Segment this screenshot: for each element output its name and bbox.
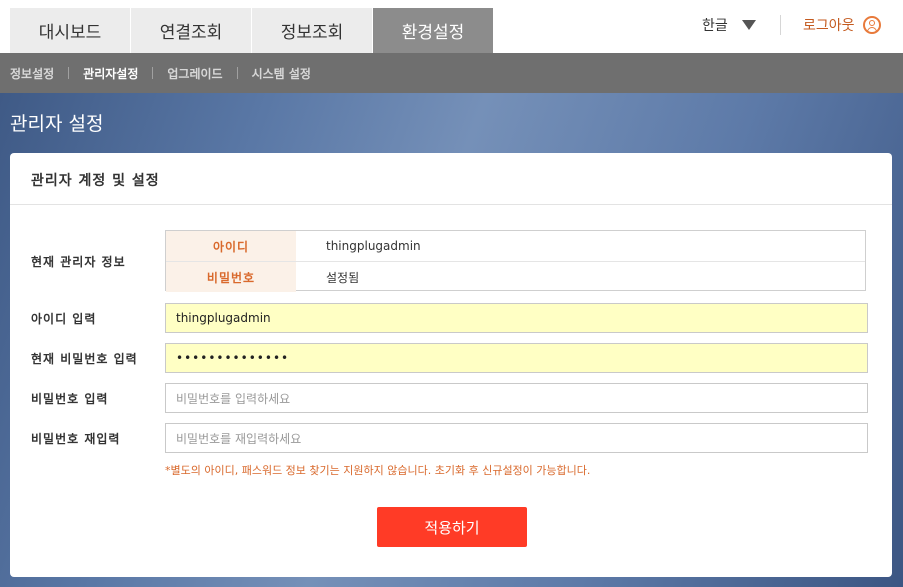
- info-key-password: 비밀번호: [166, 262, 296, 292]
- info-value-password: 설정됨: [326, 270, 360, 285]
- admin-settings-card: 관리자 계정 및 설정 현재 관리자 정보 아이디 thingplugadmin…: [10, 153, 892, 577]
- tab-info-query[interactable]: 정보조회: [252, 8, 372, 53]
- tab-dashboard[interactable]: 대시보드: [10, 8, 130, 53]
- subnav-item-upgrade[interactable]: 업그레이드: [167, 65, 222, 82]
- top-bar: 대시보드 연결조회 정보조회 환경설정 한글 로그아웃: [0, 0, 903, 53]
- info-value-id: thingplugadmin: [326, 239, 421, 253]
- current-password-label: 현재 비밀번호 입력: [31, 352, 138, 366]
- main-tabs: 대시보드 연결조회 정보조회 환경설정: [10, 8, 494, 53]
- user-circle-icon: [862, 16, 881, 34]
- confirm-password-input[interactable]: 비밀번호를 재입력하세요: [165, 423, 868, 453]
- card-divider: [10, 204, 892, 205]
- sub-navigation: 정보설정 관리자설정 업그레이드 시스템 설정: [0, 53, 903, 93]
- card-title: 관리자 계정 및 설정: [31, 173, 160, 189]
- language-selector[interactable]: 한글: [702, 14, 756, 36]
- tab-connection-query[interactable]: 연결조회: [131, 8, 251, 53]
- header-divider: [780, 15, 781, 35]
- logout-button[interactable]: 로그아웃: [803, 13, 881, 37]
- new-password-input[interactable]: 비밀번호를 입력하세요: [165, 383, 868, 413]
- current-admin-info-table: 아이디 thingplugadmin 비밀번호 설정됨: [165, 230, 866, 292]
- subnav-item-info-settings[interactable]: 정보설정: [10, 65, 54, 82]
- subnav-item-admin-settings[interactable]: 관리자설정: [83, 65, 138, 82]
- id-input-label: 아이디 입력: [31, 312, 97, 326]
- tab-settings[interactable]: 환경설정: [373, 8, 493, 53]
- triangle-down-icon: [741, 20, 756, 30]
- new-password-label: 비밀번호 입력: [31, 392, 109, 406]
- id-input[interactable]: thingplugadmin: [165, 303, 868, 333]
- subnav-divider: [152, 67, 154, 79]
- page-title: 관리자 설정: [10, 113, 104, 135]
- info-key-id: 아이디: [166, 231, 296, 261]
- subnav-item-system-settings[interactable]: 시스템 설정: [252, 65, 311, 82]
- info-row-password: 비밀번호 설정됨: [166, 261, 865, 292]
- subnav-divider: [236, 67, 238, 79]
- confirm-password-label: 비밀번호 재입력: [31, 432, 121, 446]
- notice-text: *별도의 아이디, 패스워드 정보 찾기는 지원하지 않습니다. 초기화 후 신…: [165, 464, 591, 477]
- language-label: 한글: [702, 18, 728, 34]
- subnav-divider: [68, 67, 70, 79]
- current-admin-info-label: 현재 관리자 정보: [31, 255, 126, 269]
- logout-label: 로그아웃: [803, 18, 855, 34]
- info-row-id: 아이디 thingplugadmin: [166, 231, 865, 261]
- apply-button[interactable]: 적용하기: [377, 507, 527, 547]
- current-password-input[interactable]: ••••••••••••••: [165, 343, 868, 373]
